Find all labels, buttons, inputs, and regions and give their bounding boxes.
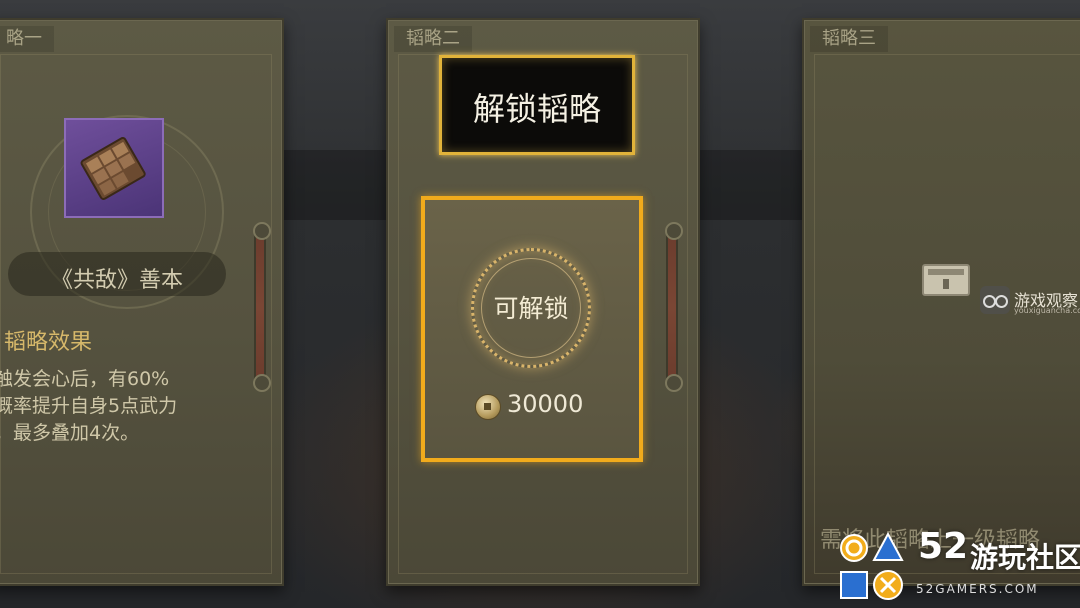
effect-line: ，最多叠加4次。: [0, 422, 140, 444]
panel-tab-2: 韬略二: [394, 26, 472, 52]
panel-rail-decoration: [665, 222, 683, 392]
unlock-strategy-button[interactable]: 解锁韬略: [439, 55, 635, 155]
logo-name: 游玩社区: [970, 541, 1080, 574]
playstation-shapes-icon: [840, 531, 904, 600]
lock-icon: [922, 264, 970, 296]
book-item-icon[interactable]: [64, 118, 164, 218]
unlock-strategy-label: 解锁韬略: [472, 90, 601, 128]
watermark-site: youxiguancha.com: [1014, 306, 1080, 315]
watermark-eye-icon: [980, 286, 1010, 314]
unlock-ring: 可解锁: [471, 248, 591, 368]
logo-site: 52GAMERS.COM: [916, 582, 1039, 596]
panel-tab-3: 韬略三: [810, 26, 888, 52]
unlock-cost: 30000: [507, 390, 584, 418]
strategy-panel-1[interactable]: 略一 《共敌》善本 韬略效果 触发会心后，有60% 概率提升自身5点武力 ，最多…: [0, 18, 284, 586]
coin-icon: [475, 394, 501, 420]
effect-title: 韬略效果: [4, 330, 93, 355]
panel-tab-1: 略一: [0, 26, 54, 52]
effect-description: 触发会心后，有60% 概率提升自身5点武力 ，最多叠加4次。: [0, 366, 234, 447]
item-name-pill: 《共敌》善本: [8, 252, 226, 296]
site-logo: 52 游玩社区 52GAMERS.COM: [832, 526, 1080, 608]
effect-line: 触发会心后，有60%: [0, 368, 170, 390]
item-name: 《共敌》善本: [50, 268, 183, 293]
unlockable-label: 可解锁: [493, 294, 569, 323]
unlock-card[interactable]: 可解锁 30000: [421, 196, 643, 462]
logo-number: 52: [918, 526, 969, 567]
effect-line: 概率提升自身5点武力: [0, 395, 178, 417]
panel-rail-decoration: [253, 222, 271, 392]
